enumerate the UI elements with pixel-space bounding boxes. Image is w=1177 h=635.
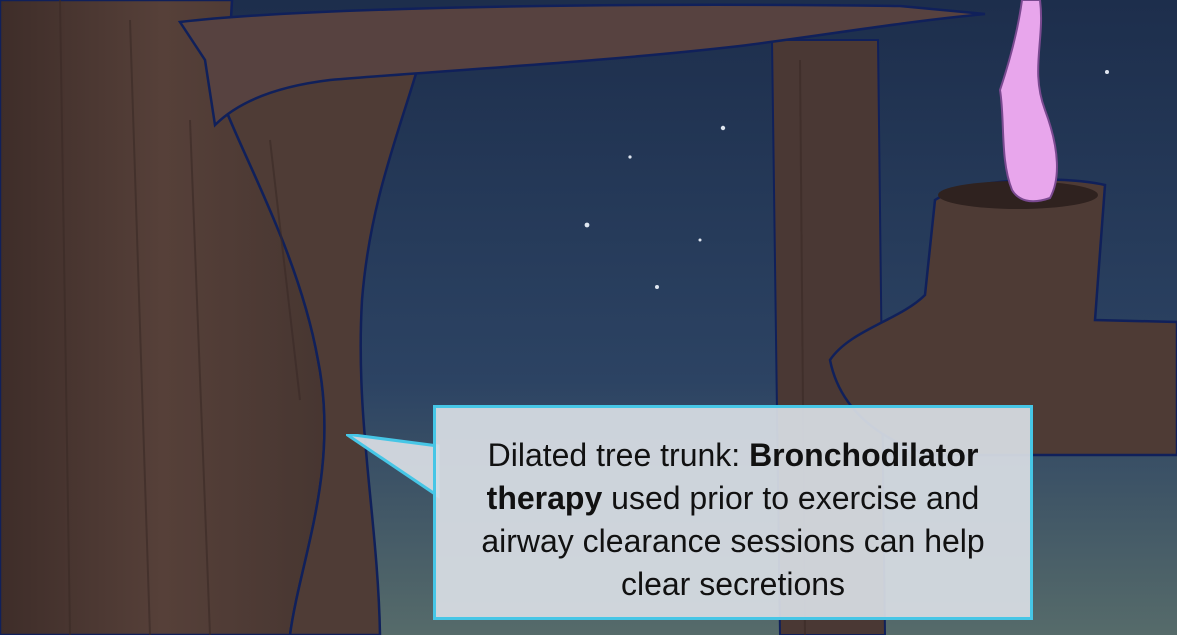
callout-pointer (346, 434, 440, 499)
callout-lead: Dilated tree trunk: (487, 437, 750, 473)
callout-text: Dilated tree trunk: Bronchodilator thera… (436, 434, 1030, 606)
info-callout: Dilated tree trunk: Bronchodilator thera… (433, 405, 1033, 620)
